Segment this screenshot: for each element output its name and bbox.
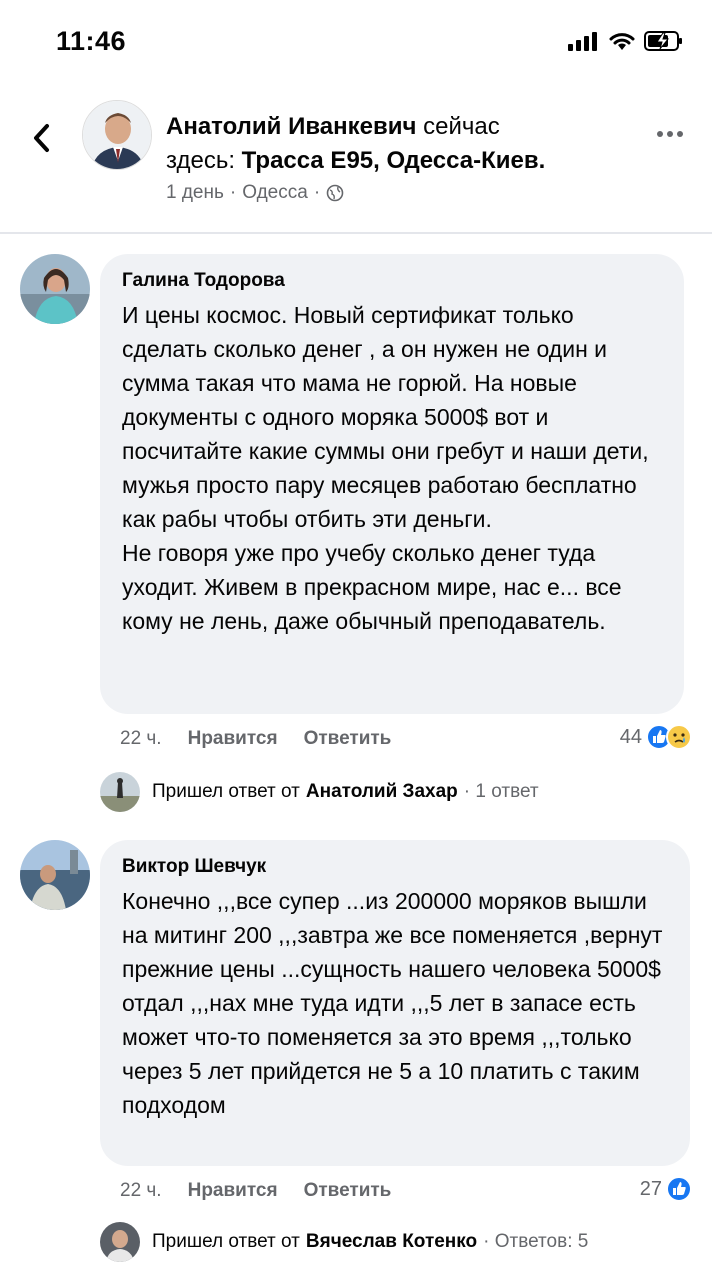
post-place[interactable]: Трасса E95, Одесса-Киев. bbox=[242, 147, 546, 174]
reaction-summary[interactable]: 44 bbox=[620, 724, 692, 750]
reply-prefix: Пришел ответ от bbox=[152, 1231, 300, 1252]
reply-count: · Ответов: 5 bbox=[483, 1231, 589, 1252]
reply-button[interactable]: Ответить bbox=[304, 728, 392, 750]
comment-actions: 22 ч. Нравится Ответить bbox=[120, 1180, 391, 1202]
status-time: 11:46 bbox=[56, 26, 127, 56]
commenter-avatar[interactable] bbox=[20, 840, 90, 910]
reply-button[interactable]: Ответить bbox=[304, 1180, 392, 1202]
more-button[interactable] bbox=[652, 122, 688, 146]
comment-bubble: Виктор Шевчук Конечно ,,,все супер ...из… bbox=[100, 840, 690, 1166]
post-author-name[interactable]: Анатолий Иванкевич bbox=[166, 113, 416, 140]
comment-actions: 22 ч. Нравится Ответить bbox=[120, 728, 391, 750]
commenter-avatar[interactable] bbox=[20, 254, 90, 324]
comment-author[interactable]: Галина Тодорова bbox=[122, 268, 664, 294]
battery-icon bbox=[644, 30, 684, 57]
post-header-text: Анатолий Иванкевич сейчас здесь: Трасса … bbox=[166, 110, 636, 178]
sad-reaction-icon bbox=[666, 724, 692, 750]
post-time[interactable]: 1 день bbox=[166, 182, 224, 204]
more-icon-dot bbox=[667, 131, 673, 137]
like-button[interactable]: Нравится bbox=[188, 728, 278, 750]
comment-text: И цены космос. Новый сертификат только с… bbox=[122, 302, 649, 634]
author-avatar[interactable] bbox=[82, 100, 152, 170]
more-icon-dot bbox=[677, 131, 683, 137]
reaction-icons bbox=[666, 1176, 692, 1202]
post-location[interactable]: Одесса bbox=[242, 182, 308, 204]
comment-time[interactable]: 22 ч. bbox=[120, 728, 162, 750]
meta-separator: · bbox=[229, 182, 237, 203]
comment-author[interactable]: Виктор Шевчук bbox=[122, 854, 670, 880]
comment-time[interactable]: 22 ч. bbox=[120, 1180, 162, 1202]
reaction-count: 44 bbox=[619, 725, 642, 748]
reply-summary[interactable]: Пришел ответ от Вячеслав Котенко · Ответ… bbox=[100, 1222, 588, 1262]
reply-author-avatar bbox=[100, 1222, 140, 1262]
meta-separator: · bbox=[313, 182, 321, 203]
post-header: Анатолий Иванкевич сейчас здесь: Трасса … bbox=[0, 96, 712, 228]
reply-author: Анатолий Захар bbox=[305, 781, 458, 802]
globe-icon bbox=[326, 184, 344, 202]
like-button[interactable]: Нравится bbox=[188, 1180, 278, 1202]
comment-text: Конечно ,,,все супер ...из 200000 моряко… bbox=[122, 888, 669, 1118]
like-reaction-icon bbox=[666, 1176, 692, 1202]
back-button[interactable] bbox=[26, 118, 56, 158]
comment-bubble: Галина Тодорова И цены космос. Новый сер… bbox=[100, 254, 684, 714]
back-icon bbox=[34, 124, 49, 152]
status-icons bbox=[568, 30, 684, 57]
reaction-icons bbox=[646, 724, 692, 750]
reply-count: · 1 ответ bbox=[463, 781, 539, 802]
post-meta: 1 день · Одесса · bbox=[166, 182, 344, 204]
more-icon bbox=[657, 131, 663, 137]
reaction-count: 27 bbox=[639, 1177, 662, 1200]
signal-icon bbox=[568, 31, 600, 56]
reply-author: Вячеслав Котенко bbox=[305, 1231, 478, 1252]
post-place-prefix: здесь: bbox=[166, 147, 235, 174]
post-verb: сейчас bbox=[423, 113, 500, 140]
reaction-summary[interactable]: 27 bbox=[640, 1176, 692, 1202]
status-bar: 11:46 bbox=[0, 0, 712, 80]
reply-prefix: Пришел ответ от bbox=[152, 781, 300, 802]
wifi-icon bbox=[608, 31, 636, 56]
reply-summary[interactable]: Пришел ответ от Анатолий Захар · 1 ответ bbox=[100, 772, 539, 812]
header-divider bbox=[0, 232, 712, 234]
reply-author-avatar bbox=[100, 772, 140, 812]
